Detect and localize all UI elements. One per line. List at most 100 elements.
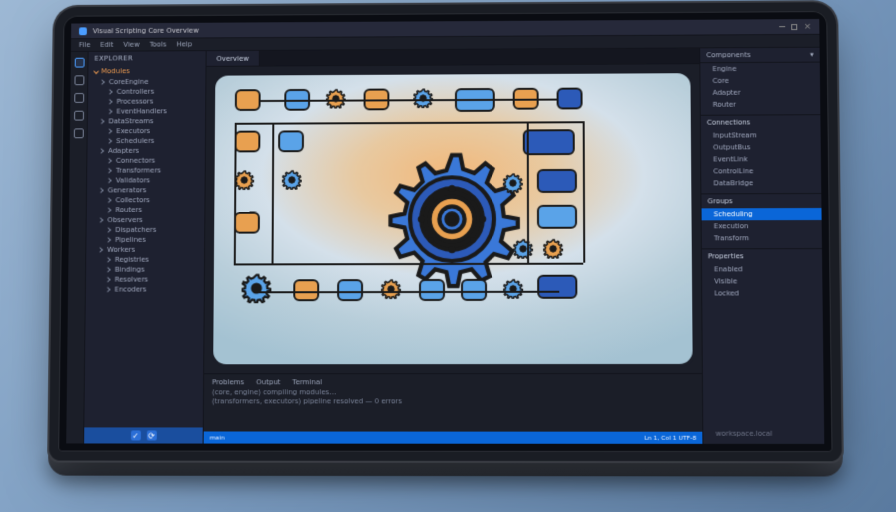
tree-item[interactable]: Controllers: [88, 87, 205, 97]
gear-icon[interactable]: [381, 279, 401, 299]
tree-item[interactable]: Transformers: [87, 165, 205, 175]
tree-item[interactable]: Validators: [87, 175, 205, 185]
gear-icon[interactable]: [234, 170, 254, 190]
laptop-screen: Visual Scripting Core Overview × File Ed…: [58, 11, 832, 452]
tree-item[interactable]: Bindings: [86, 265, 204, 275]
panel-footer: workspace.local: [703, 428, 824, 444]
node-icon[interactable]: [234, 212, 260, 234]
panel-item[interactable]: InputStream: [701, 129, 821, 141]
node-icon[interactable]: [235, 89, 261, 111]
tree-item[interactable]: DataStreams: [88, 116, 205, 126]
terminal-tab[interactable]: Terminal: [292, 378, 322, 386]
panel-item[interactable]: ControlLine: [701, 165, 821, 177]
tree-item[interactable]: Pipelines: [86, 235, 204, 245]
debug-icon[interactable]: [74, 111, 84, 121]
tree-item[interactable]: CoreEngine: [88, 77, 205, 87]
search-icon[interactable]: [74, 75, 84, 85]
tree-item[interactable]: Workers: [86, 245, 204, 255]
panel-item[interactable]: Scheduling: [702, 208, 822, 220]
menu-edit[interactable]: Edit: [100, 41, 113, 49]
tree-item[interactable]: Connectors: [87, 155, 205, 165]
explorer-icon[interactable]: [74, 58, 84, 68]
app-icon: [79, 27, 87, 35]
maximize-icon[interactable]: [792, 24, 798, 30]
gear-icon[interactable]: [241, 273, 271, 303]
ide-window: Visual Scripting Core Overview × File Ed…: [66, 19, 824, 444]
panel-item[interactable]: EventLink: [701, 153, 821, 165]
node-icon[interactable]: [537, 205, 577, 229]
tab-overview[interactable]: Overview: [207, 51, 260, 66]
node-icon[interactable]: [537, 275, 577, 299]
tree-item[interactable]: Registries: [86, 255, 204, 265]
panel-item[interactable]: Core: [700, 74, 820, 87]
gear-icon[interactable]: [503, 279, 523, 299]
gear-icon[interactable]: [543, 239, 563, 259]
extensions-icon[interactable]: [73, 128, 83, 138]
tree-item[interactable]: Routers: [87, 205, 205, 215]
minimize-icon[interactable]: [780, 26, 786, 27]
panel-section[interactable]: Properties: [702, 248, 822, 263]
node-icon[interactable]: [278, 130, 304, 152]
tree-item[interactable]: Observers: [87, 215, 205, 225]
file-tree[interactable]: CoreEngine Controllers Processors EventH…: [84, 77, 205, 428]
menu-view[interactable]: View: [123, 41, 139, 49]
editor-tabs: Overview: [207, 48, 700, 66]
panel-section[interactable]: Groups: [701, 193, 821, 208]
panel-item[interactable]: Visible: [702, 275, 822, 287]
terminal-line: (transformers, executors) pipeline resol…: [212, 397, 694, 405]
node-icon[interactable]: [235, 131, 261, 153]
sync-icon[interactable]: ⟳: [146, 430, 156, 440]
branch-icon[interactable]: [74, 93, 84, 103]
status-bar: main Ln 1, Col 1 UTF-8: [204, 431, 703, 443]
sidebar-section[interactable]: Modules: [88, 65, 205, 77]
window-title: Visual Scripting Core Overview: [93, 26, 199, 34]
panel-item[interactable]: OutputBus: [701, 141, 821, 153]
tree-item[interactable]: Processors: [88, 96, 205, 106]
tree-item[interactable]: Encoders: [86, 284, 204, 294]
right-panel: Components ▾ Engine Core Adapter Router …: [699, 48, 824, 444]
tree-item[interactable]: EventHandlers: [88, 106, 205, 116]
panel-item[interactable]: Locked: [702, 287, 822, 299]
gear-icon[interactable]: [513, 239, 533, 259]
status-branch[interactable]: main: [210, 434, 225, 441]
gear-icon[interactable]: [282, 170, 302, 190]
panel-section[interactable]: Connections: [701, 114, 821, 129]
panel-item[interactable]: Engine: [700, 63, 820, 76]
terminal-tab[interactable]: Problems: [212, 378, 244, 386]
tree-item[interactable]: Executors: [88, 126, 205, 136]
tree-item[interactable]: Adapters: [87, 146, 205, 156]
node-icon[interactable]: [523, 129, 575, 155]
left-sidebar: Explorer Modules CoreEngine Controllers …: [84, 51, 207, 443]
diagram-canvas[interactable]: [210, 70, 696, 367]
chevron-down-icon: [93, 69, 99, 75]
terminal-tabs: Problems Output Terminal: [212, 378, 694, 386]
tree-item[interactable]: Resolvers: [86, 274, 204, 284]
terminal-tab[interactable]: Output: [256, 378, 280, 386]
terminal-panel[interactable]: Problems Output Terminal (core, engine) …: [204, 373, 703, 432]
tree-item[interactable]: Generators: [87, 185, 205, 195]
panel-item[interactable]: Enabled: [702, 263, 822, 275]
panel-item[interactable]: Execution: [702, 220, 822, 232]
menu-tools[interactable]: Tools: [149, 41, 166, 49]
tree-item[interactable]: Dispatchers: [86, 225, 204, 235]
check-icon[interactable]: ✓: [130, 430, 140, 440]
node-icon[interactable]: [557, 88, 583, 110]
status-position[interactable]: Ln 1, Col 1 UTF-8: [644, 434, 696, 441]
menu-file[interactable]: File: [79, 41, 91, 49]
menu-help[interactable]: Help: [176, 40, 192, 48]
panel-item[interactable]: DataBridge: [701, 177, 821, 189]
panel-item[interactable]: Transform: [702, 232, 822, 244]
node-icon[interactable]: [537, 169, 577, 193]
central-gear-icon[interactable]: [382, 149, 522, 289]
tree-item[interactable]: Schedulers: [88, 136, 205, 146]
panel-item[interactable]: Router: [701, 98, 821, 110]
laptop-body: [48, 453, 843, 476]
panel-item[interactable]: Adapter: [701, 86, 821, 98]
keyboard-icon: [78, 454, 812, 463]
close-icon[interactable]: ×: [804, 22, 812, 32]
tree-item[interactable]: Collectors: [87, 195, 205, 205]
terminal-line: (core, engine) compiling modules…: [212, 388, 694, 396]
laptop-frame: Visual Scripting Core Overview × File Ed…: [58, 11, 844, 493]
gear-icon[interactable]: [503, 173, 523, 193]
collapse-icon[interactable]: ▾: [810, 51, 814, 59]
